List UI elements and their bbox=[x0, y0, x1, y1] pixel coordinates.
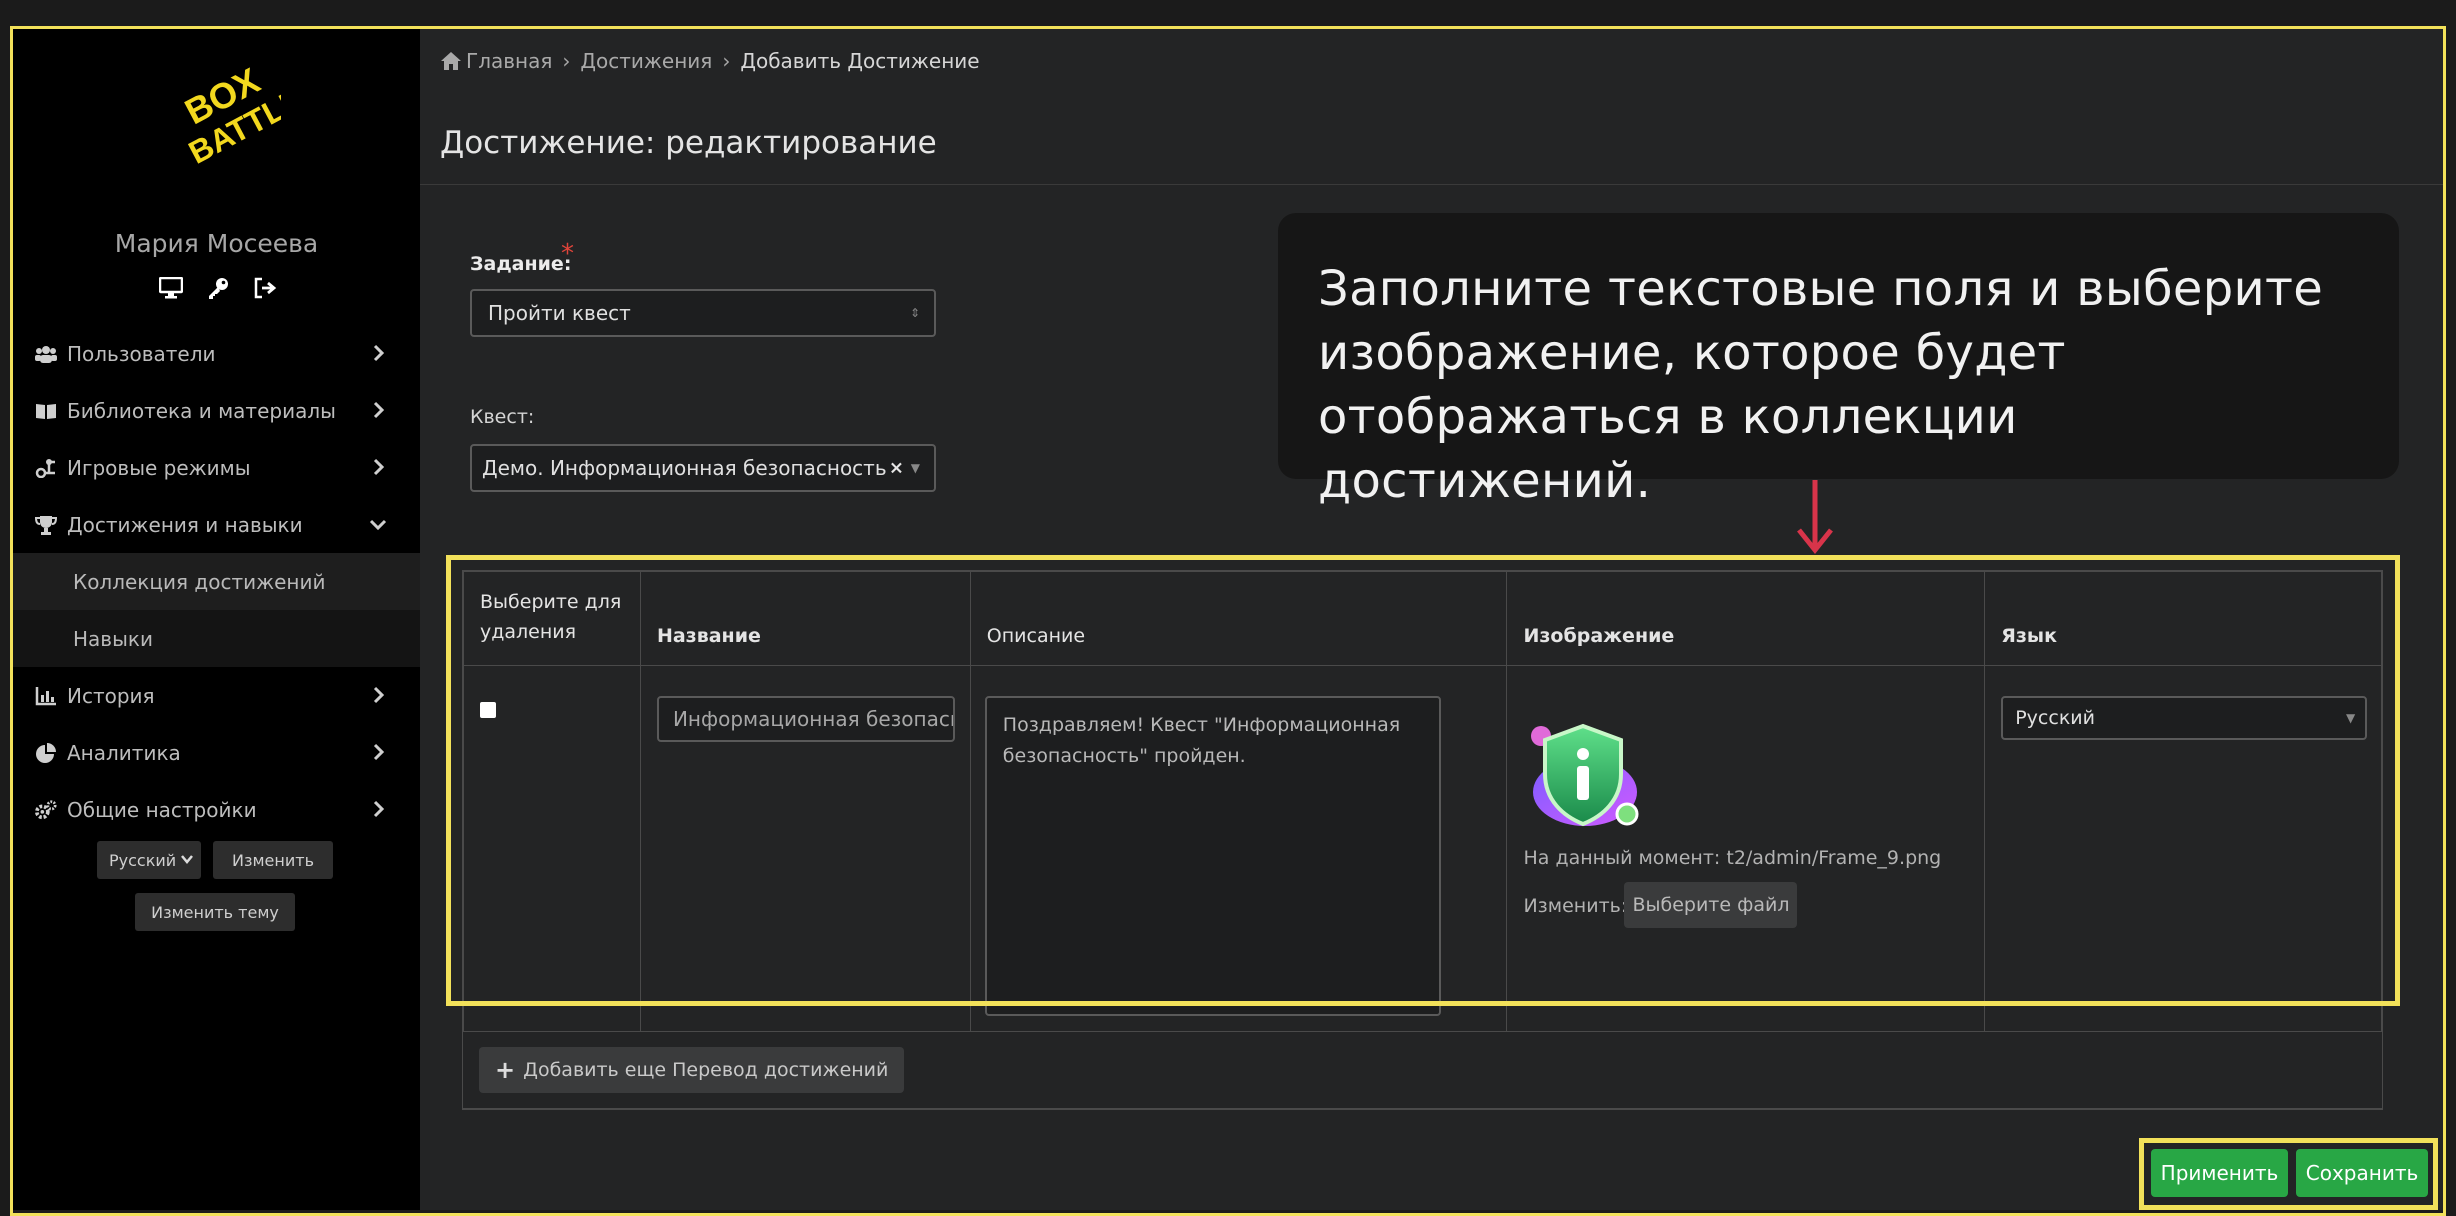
language-select[interactable]: Русский bbox=[97, 841, 201, 879]
chevron-right-icon bbox=[373, 401, 385, 419]
sidebar-item-label: Аналитика bbox=[67, 740, 181, 765]
sidebar-item-settings[interactable]: Общие настройки bbox=[13, 781, 420, 838]
language-select-value: Русский bbox=[109, 850, 177, 870]
change-theme-button[interactable]: Изменить тему bbox=[135, 893, 295, 931]
sign-out-icon[interactable] bbox=[253, 275, 278, 301]
arrow-down-icon bbox=[1797, 480, 1833, 554]
sidebar-subitem-collection[interactable]: Коллекция достижений bbox=[13, 553, 420, 610]
sidebar-item-label: Общие настройки bbox=[67, 797, 257, 822]
sidebar-item-history[interactable]: История bbox=[13, 667, 420, 724]
sidebar-subitem-skills[interactable]: Навыки bbox=[13, 610, 420, 667]
chevron-down-icon bbox=[369, 519, 387, 531]
chevron-down-icon: ▼ bbox=[910, 461, 920, 475]
add-row-footer: + Добавить еще Перевод достижений bbox=[462, 1029, 2383, 1109]
chevron-right-icon bbox=[373, 800, 385, 818]
quest-label: Квест: bbox=[470, 406, 535, 428]
breadcrumb-separator: › bbox=[562, 49, 571, 73]
apply-button[interactable]: Применить bbox=[2151, 1149, 2288, 1197]
box-battle-logo[interactable]: BOX BATTLE bbox=[171, 61, 281, 171]
chevron-right-icon bbox=[373, 344, 385, 362]
game-modes-icon bbox=[35, 457, 57, 479]
change-language-button[interactable]: Изменить bbox=[213, 841, 333, 879]
sort-arrows-icon: ⇕ bbox=[909, 306, 920, 320]
sidebar-item-game-modes[interactable]: Игровые режимы bbox=[13, 439, 420, 496]
instruction-callout: Заполните текстовые поля и выберите изоб… bbox=[1278, 213, 2399, 509]
cogs-icon bbox=[35, 799, 57, 821]
add-translation-button[interactable]: + Добавить еще Перевод достижений bbox=[479, 1047, 905, 1093]
sidebar-item-label: Пользователи bbox=[67, 341, 216, 366]
sidebar-item-label: Достижения и навыки bbox=[67, 512, 303, 537]
sidebar-item-analytics[interactable]: Аналитика bbox=[13, 724, 420, 781]
chevron-down-icon bbox=[181, 855, 193, 864]
chevron-right-icon bbox=[373, 686, 385, 704]
quest-select-value: Демо. Информационная безопасность bbox=[482, 456, 887, 480]
sidebar-item-label: Игровые режимы bbox=[67, 455, 251, 480]
quest-select[interactable]: Демо. Информационная безопасность × ▼ bbox=[470, 444, 936, 492]
sidebar-item-achievements[interactable]: Достижения и навыки bbox=[13, 496, 420, 553]
clear-icon[interactable]: × bbox=[889, 458, 904, 479]
sidebar-item-label: Библиотека и материалы bbox=[67, 398, 336, 423]
task-select[interactable]: Пройти квест ⇕ bbox=[470, 289, 936, 337]
add-translation-label: Добавить еще Перевод достижений bbox=[523, 1059, 889, 1081]
sidebar: BOX BATTLE Мария Мосеева Пользователи Би… bbox=[13, 29, 420, 1210]
save-button[interactable]: Сохранить bbox=[2296, 1149, 2428, 1197]
breadcrumb: Главная › Достижения › Добавить Достижен… bbox=[440, 49, 980, 73]
plus-icon: + bbox=[495, 1056, 516, 1084]
book-icon bbox=[35, 400, 57, 422]
sidebar-item-library[interactable]: Библиотека и материалы bbox=[13, 382, 420, 439]
chevron-right-icon bbox=[373, 458, 385, 476]
sidebar-item-label: История bbox=[67, 683, 155, 708]
sidebar-nav: Пользователи Библиотека и материалы Игро… bbox=[13, 325, 420, 838]
key-icon[interactable] bbox=[205, 275, 230, 301]
task-select-value: Пройти квест bbox=[488, 301, 631, 325]
home-icon[interactable] bbox=[440, 51, 462, 71]
user-name: Мария Мосеева bbox=[114, 229, 319, 258]
task-label: Задание: bbox=[470, 253, 572, 275]
user-actions bbox=[158, 275, 278, 305]
chevron-right-icon bbox=[373, 743, 385, 761]
chart-icon bbox=[35, 685, 57, 707]
breadcrumb-separator: › bbox=[722, 49, 731, 73]
breadcrumb-home[interactable]: Главная bbox=[466, 49, 552, 73]
monitor-icon[interactable] bbox=[158, 275, 183, 301]
users-icon bbox=[35, 343, 57, 365]
required-asterisk: * bbox=[561, 239, 574, 269]
trophy-icon bbox=[35, 514, 57, 536]
sidebar-item-users[interactable]: Пользователи bbox=[13, 325, 420, 382]
breadcrumb-achievements[interactable]: Достижения bbox=[580, 49, 712, 73]
page-title: Достижение: редактирование bbox=[440, 125, 937, 161]
breadcrumb-current: Добавить Достижение bbox=[740, 49, 980, 73]
pie-chart-icon bbox=[35, 742, 57, 764]
table-highlight-box bbox=[446, 555, 2400, 1006]
divider bbox=[420, 184, 2443, 185]
